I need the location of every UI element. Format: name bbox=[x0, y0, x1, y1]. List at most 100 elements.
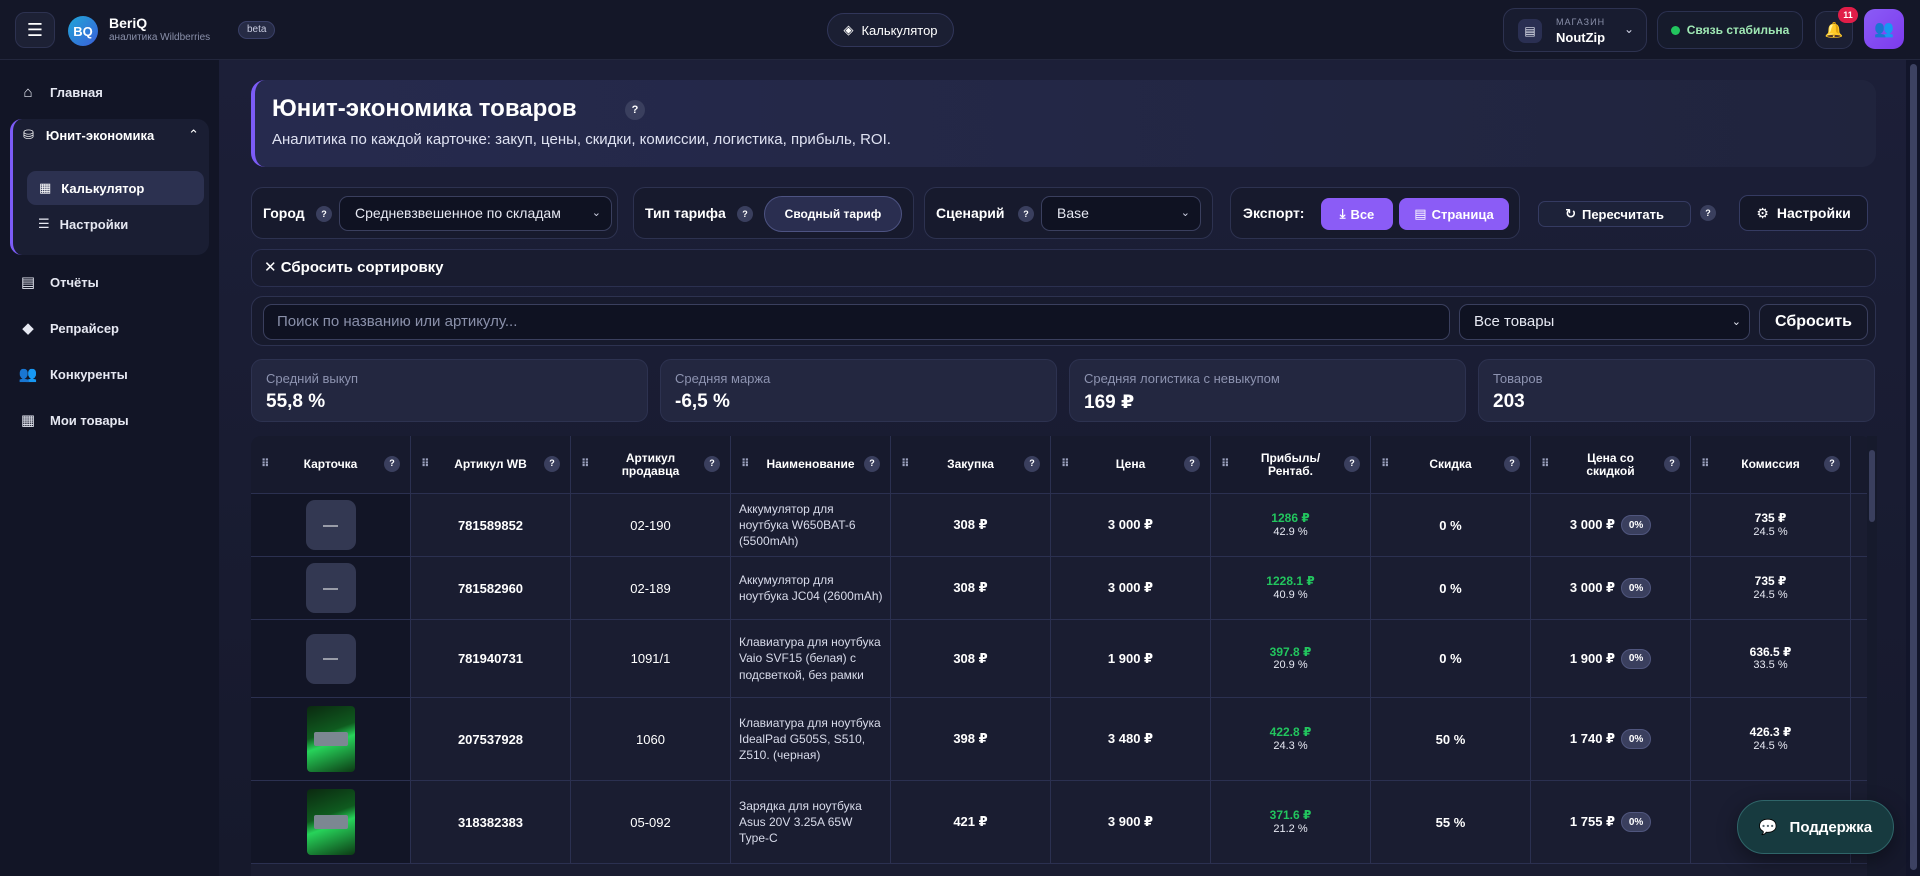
kpi-value: 203 bbox=[1493, 391, 1525, 412]
drag-handle-icon[interactable]: ⠿ bbox=[421, 458, 430, 470]
column-header-profit[interactable]: ⠿ Прибыль/ Рентаб.? bbox=[1211, 436, 1371, 494]
product-photo[interactable] bbox=[306, 789, 355, 855]
page-scrollbar[interactable] bbox=[1906, 60, 1920, 876]
discounted-price-cell: 1 755 ₽ 0% bbox=[1531, 781, 1691, 863]
table-row[interactable]: — 781582960 02-189 Аккумулятор для ноутб… bbox=[251, 557, 1871, 620]
column-header-card[interactable]: ⠿ Карточка? bbox=[251, 436, 411, 494]
help-icon[interactable]: ? bbox=[1024, 456, 1040, 472]
help-icon[interactable]: ? bbox=[737, 206, 753, 222]
discounted-price-cell: 3 000 ₽ 0% bbox=[1531, 557, 1691, 619]
help-icon[interactable]: ? bbox=[625, 100, 645, 120]
column-header-name[interactable]: ⠿ Наименование? bbox=[731, 436, 891, 494]
drag-handle-icon[interactable]: ⠿ bbox=[1541, 458, 1550, 470]
help-icon[interactable]: ? bbox=[1504, 456, 1520, 472]
kpi-label: Средняя логистика с невыкупом bbox=[1084, 371, 1280, 386]
profit-cell: 1228.1 ₽40.9 % bbox=[1211, 557, 1371, 619]
drag-handle-icon[interactable]: ⠿ bbox=[1381, 458, 1390, 470]
help-icon[interactable]: ? bbox=[1344, 456, 1360, 472]
drag-handle-icon[interactable]: ⠿ bbox=[1221, 458, 1230, 470]
column-header-discount[interactable]: ⠿ Скидка? bbox=[1371, 436, 1531, 494]
column-header-wb-article[interactable]: ⠿ Артикул WB? bbox=[411, 436, 571, 494]
sidebar-item-my-products[interactable]: ▦ Мои товары bbox=[18, 411, 129, 429]
calculator-pill[interactable]: ◈ Калькулятор bbox=[827, 13, 954, 47]
name-cell: Аккумулятор для ноутбука JC04 (2600mAh) bbox=[731, 557, 891, 619]
commission-value: 735 ₽ bbox=[1754, 574, 1787, 589]
help-icon[interactable]: ? bbox=[1018, 206, 1034, 222]
profit-cell: 422.8 ₽24.3 % bbox=[1211, 698, 1371, 780]
table-row[interactable]: 207537928 1060 Клавиатура для ноутбука I… bbox=[251, 698, 1871, 781]
table-row[interactable]: — 781589852 02-190 Аккумулятор для ноутб… bbox=[251, 494, 1871, 557]
sidebar-item-calculator[interactable]: ▦ Калькулятор bbox=[27, 171, 204, 205]
help-icon[interactable]: ? bbox=[1700, 205, 1716, 221]
help-icon[interactable]: ? bbox=[1184, 456, 1200, 472]
help-icon[interactable]: ? bbox=[384, 456, 400, 472]
product-thumbnail-placeholder[interactable]: — bbox=[305, 563, 356, 613]
help-icon[interactable]: ? bbox=[544, 456, 560, 472]
drag-handle-icon[interactable]: ⠿ bbox=[261, 458, 270, 470]
recalc-button[interactable]: ↻ Пересчитать bbox=[1538, 201, 1691, 227]
tariff-label: Тип тарифа bbox=[645, 205, 726, 221]
document-icon: ▤ bbox=[1414, 206, 1427, 221]
drag-handle-icon[interactable]: ⠿ bbox=[741, 458, 750, 470]
settings-button[interactable]: ⚙ Настройки bbox=[1739, 195, 1868, 231]
export-all-button[interactable]: ⤓ Все bbox=[1321, 198, 1393, 230]
column-header-commission[interactable]: ⠿ Комиссия? bbox=[1691, 436, 1851, 494]
column-header-purchase[interactable]: ⠿ Закупка? bbox=[891, 436, 1051, 494]
reset-sort-button[interactable]: ✕ Сбросить сортировку bbox=[251, 249, 1876, 287]
products-filter-select[interactable]: Все товары ⌄ bbox=[1459, 304, 1750, 340]
column-header-discounted-price[interactable]: ⠿ Цена со скидкой? bbox=[1531, 436, 1691, 494]
column-header-price[interactable]: ⠿ Цена? bbox=[1051, 436, 1211, 494]
name-cell: Аккумулятор для ноутбука W650BAT-6 (5500… bbox=[731, 494, 891, 556]
menu-button[interactable]: ☰ bbox=[15, 12, 55, 48]
drag-handle-icon[interactable]: ⠿ bbox=[1701, 458, 1710, 470]
app-logo[interactable]: BQ bbox=[68, 16, 98, 46]
help-icon[interactable]: ? bbox=[1824, 456, 1840, 472]
product-thumbnail-placeholder[interactable]: — bbox=[305, 500, 356, 550]
sidebar-item-home[interactable]: ⌂ Главная bbox=[18, 84, 102, 101]
sidebar-item-unit-economics[interactable]: ⛁ Юнит-экономика bbox=[23, 127, 154, 143]
table-row[interactable]: 318382383 05-092 Зарядка для ноутбука As… bbox=[251, 781, 1871, 864]
user-avatar[interactable]: 👥 bbox=[1864, 9, 1904, 49]
name-cell: Клавиатура для ноутбука Vaio SVF15 (бела… bbox=[731, 620, 891, 697]
export-page-button[interactable]: ▤ Страница bbox=[1399, 198, 1509, 230]
seller-article-cell: 1091/1 bbox=[571, 620, 731, 697]
search-input[interactable]: Поиск по названию или артикулу... bbox=[263, 304, 1450, 340]
drag-handle-icon[interactable]: ⠿ bbox=[581, 458, 590, 470]
sidebar-item-label: Мои товары bbox=[50, 412, 129, 428]
chevron-up-icon[interactable]: ⌃ bbox=[188, 127, 199, 143]
support-button[interactable]: 💬 Поддержка bbox=[1737, 800, 1894, 854]
chevron-down-icon: ⌄ bbox=[591, 207, 601, 219]
sidebar-item-competitors[interactable]: 👥 Конкуренты bbox=[18, 365, 128, 383]
profit-value: 422.8 ₽ bbox=[1269, 725, 1312, 740]
margin-value: 24.3 % bbox=[1273, 739, 1308, 752]
users-icon: 👥 bbox=[18, 366, 38, 383]
scenario-select[interactable]: Base ⌄ bbox=[1041, 196, 1201, 231]
discounted-price-cell: 3 000 ₽ 0% bbox=[1531, 494, 1691, 556]
product-photo[interactable] bbox=[306, 706, 355, 772]
kpi-card: Средний выкуп 55,8 % bbox=[251, 359, 648, 422]
help-icon[interactable]: ? bbox=[704, 456, 720, 472]
reset-button[interactable]: Сбросить bbox=[1759, 304, 1868, 340]
page-scrollbar-thumb[interactable] bbox=[1910, 64, 1917, 870]
sidebar-item-reports[interactable]: ▤ Отчёты bbox=[18, 273, 99, 291]
help-icon[interactable]: ? bbox=[316, 206, 332, 222]
help-icon[interactable]: ? bbox=[864, 456, 880, 472]
help-icon[interactable]: ? bbox=[1664, 456, 1680, 472]
drag-handle-icon[interactable]: ⠿ bbox=[901, 458, 910, 470]
tariff-toggle[interactable]: Сводный тариф bbox=[764, 196, 902, 232]
sidebar-item-settings[interactable]: ☰ Настройки bbox=[38, 216, 128, 232]
coins-icon: ⛁ bbox=[23, 127, 34, 142]
wb-article-cell: 781940731 bbox=[411, 620, 571, 697]
shop-selector[interactable]: ▤ МАГАЗИН NoutZip ⌄ bbox=[1503, 8, 1647, 52]
sidebar-item-repricer[interactable]: ◆ Репрайсер bbox=[18, 319, 119, 337]
commission-percent: 33.5 % bbox=[1753, 659, 1788, 672]
table-scrollbar-thumb[interactable] bbox=[1869, 450, 1875, 522]
document-icon: ▤ bbox=[20, 274, 36, 291]
city-select[interactable]: Средневзвешенное по складам ⌄ bbox=[339, 196, 612, 231]
profit-value: 397.8 ₽ bbox=[1269, 644, 1312, 659]
column-header-seller-article[interactable]: ⠿ Артикул продавца? bbox=[571, 436, 731, 494]
table-row[interactable]: — 781940731 1091/1 Клавиатура для ноутбу… bbox=[251, 620, 1871, 698]
drag-handle-icon[interactable]: ⠿ bbox=[1061, 458, 1070, 470]
calculator-pill-label: Калькулятор bbox=[861, 22, 938, 38]
product-thumbnail-placeholder[interactable]: — bbox=[305, 633, 356, 684]
